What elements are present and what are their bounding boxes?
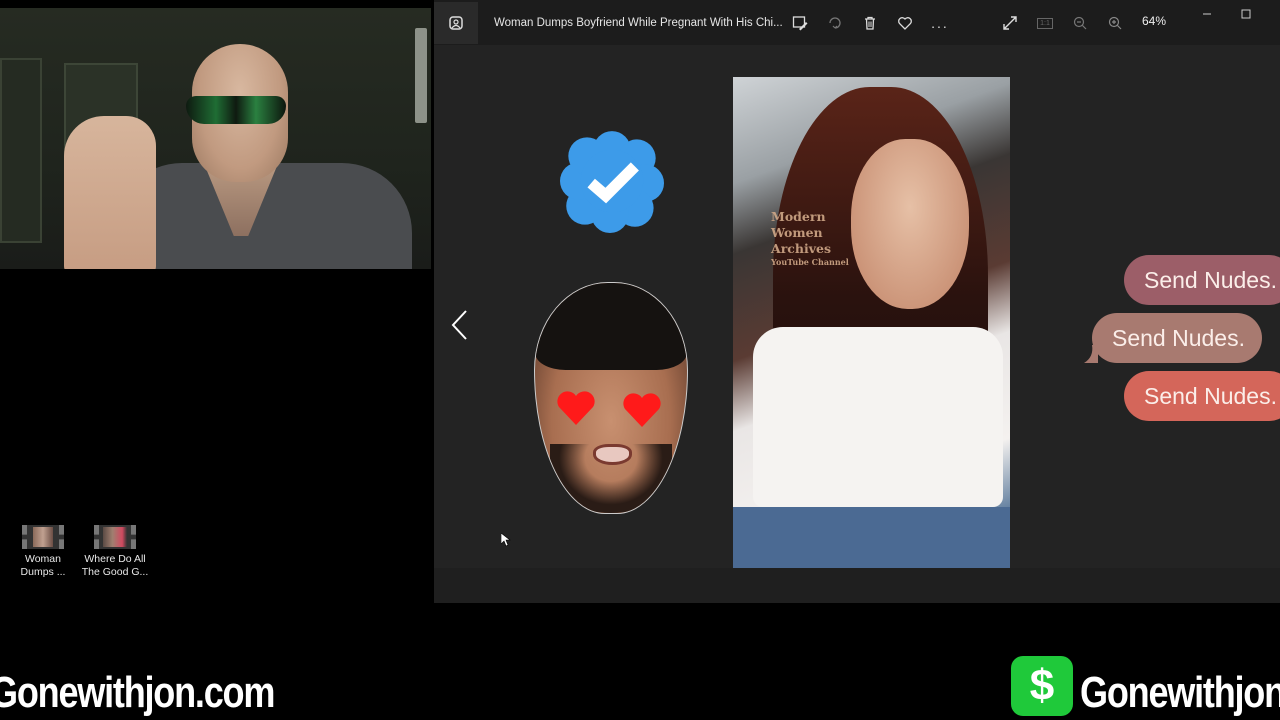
person-hand [64,116,156,269]
background-lamp [415,28,427,123]
zoom-in-button[interactable] [1104,12,1126,34]
slide-left-graphics [530,77,730,514]
desktop-icon-woman-dumps[interactable]: Woman Dumps ... [8,525,78,579]
maximize-button[interactable] [1235,3,1257,25]
mouse-cursor-icon [501,533,511,547]
watermark-line: Archives [771,241,831,256]
photos-app-window: Woman Dumps Boyfriend While Pregnant Wit… [434,0,1280,603]
watermark: Modern Women Archives YouTube Channel [771,209,849,267]
watermark-line: Women [771,225,823,240]
title-bar: Woman Dumps Boyfriend While Pregnant Wit… [434,0,1280,45]
more-options-button[interactable]: ... [929,12,951,34]
favorite-button[interactable] [894,12,916,34]
chevron-left-icon [451,310,467,340]
minimize-icon [1203,13,1211,15]
edit-image-button[interactable] [789,12,811,34]
webcam-feed [0,8,431,269]
chat-bubble: Send Nudes. [1124,371,1280,421]
fullscreen-button[interactable] [999,12,1021,34]
desktop-icon-label: Where Do All The Good G... [81,553,149,578]
delete-button[interactable] [859,12,881,34]
verified-badge-icon [560,131,664,233]
cashapp-handle-text: Gonewithjon [1080,668,1280,717]
filmstrip-bar [434,568,1280,603]
zoom-level: 64% [1142,14,1167,28]
maximize-icon [1241,9,1251,19]
background-door [0,58,42,243]
zoom-out-icon [1073,16,1087,30]
desktop-icon-label: Woman Dumps ... [20,553,66,578]
watermark-line: Modern [771,209,826,224]
zoom-out-button[interactable] [1069,12,1091,34]
bubble-tail [1084,345,1098,363]
image-viewer: Modern Women Archives YouTube Channel Se… [434,45,1280,568]
trash-icon [865,16,875,30]
watermark-subtitle: YouTube Channel [771,257,849,267]
video-file-icon [22,525,64,549]
minimize-button[interactable] [1196,3,1218,25]
website-overlay-text: Gonewithjon.com [0,668,275,717]
rotate-button[interactable] [824,12,846,34]
desktop-icon-where-do-all[interactable]: Where Do All The Good G... [80,525,150,579]
edit-image-icon [792,16,808,31]
sunglasses [186,96,286,124]
heart-eye-icon [557,391,595,425]
photos-app-icon[interactable] [434,1,478,44]
chat-bubble: Send Nudes. [1092,313,1262,363]
rotate-icon [829,17,841,29]
woman-selfie-photo: Modern Women Archives YouTube Channel [733,77,1010,568]
heart-icon [898,17,912,30]
previous-image-button[interactable] [448,307,472,343]
cashapp-icon: $ [1011,656,1073,716]
actual-size-button[interactable]: 1:1 [1034,12,1056,34]
heart-eye-icon [623,393,661,427]
window-title: Woman Dumps Boyfriend While Pregnant Wit… [494,16,783,29]
expand-icon [1003,16,1017,30]
actual-size-label: 1:1 [1037,17,1053,29]
zoom-in-icon [1108,16,1122,30]
chat-bubble: Send Nudes. [1124,255,1280,305]
video-file-icon [94,525,136,549]
